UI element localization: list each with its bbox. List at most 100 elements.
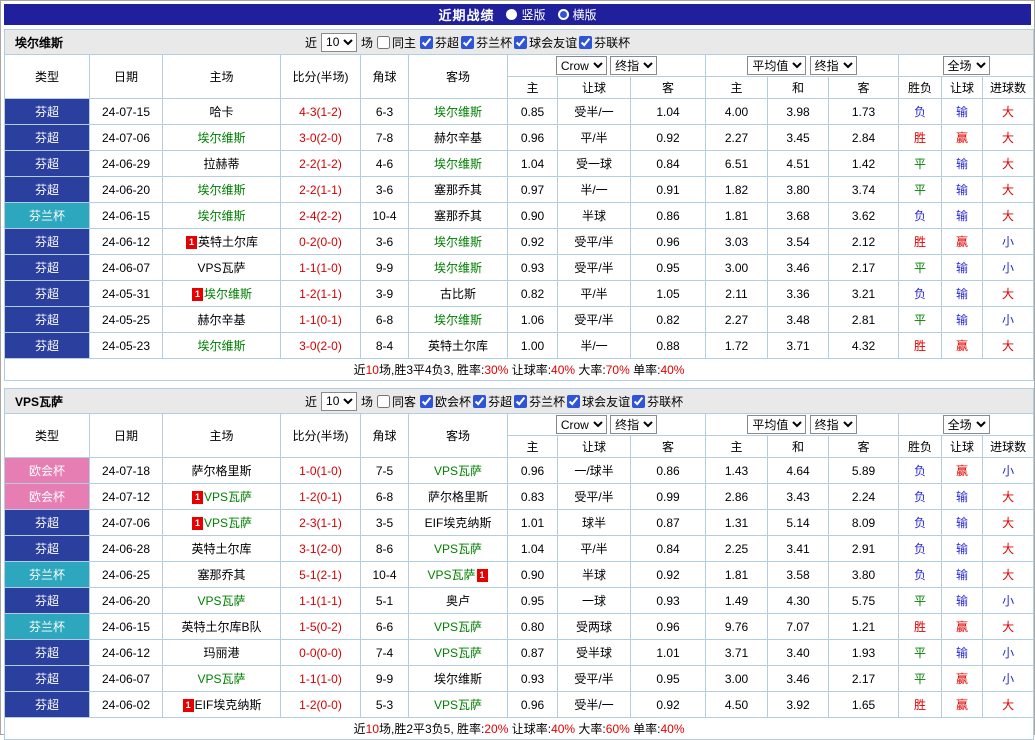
corners-cell: 4-6 [361, 151, 409, 177]
near-label: 近 [305, 393, 317, 410]
col-header-odds-handicap: 让球 [558, 436, 631, 458]
league-filter-checkbox[interactable] [461, 36, 474, 49]
result-cell: 负 [899, 203, 942, 229]
league-filter[interactable]: 球会友谊 [567, 393, 630, 410]
league-filter[interactable]: 芬超 [420, 34, 459, 51]
avg-odds-cell: 5.75 [829, 588, 899, 614]
league-filter[interactable]: 芬兰杯 [514, 393, 565, 410]
scope-select[interactable]: 全场 [943, 56, 990, 75]
date-cell: 24-07-12 [90, 484, 163, 510]
odds-cell: 0.82 [508, 281, 558, 307]
page-title: 近期战绩 [438, 5, 494, 24]
league-filter-checkbox[interactable] [473, 395, 486, 408]
result-cell: 平 [899, 307, 942, 333]
avg-odds-cell: 3.45 [768, 125, 829, 151]
team-name: 埃尔维斯 [434, 672, 482, 686]
layout-option-horizontal[interactable]: 横版 [558, 6, 597, 23]
result-cell: 赢 [942, 614, 983, 640]
league-filter[interactable]: 球会友谊 [514, 34, 577, 51]
avg-source-select[interactable]: 平均值 [747, 56, 806, 75]
league-filter-checkbox[interactable] [514, 36, 527, 49]
odds-cell: 0.96 [631, 614, 706, 640]
avg-final-select[interactable]: 终指 [810, 415, 857, 434]
away-team-cell: VPS瓦萨 [409, 536, 508, 562]
league-type-cell: 芬超 [5, 640, 90, 666]
odds-cell: 受平/半 [558, 307, 631, 333]
league-type-cell: 芬超 [5, 510, 90, 536]
odds-selects-cell: Crow 终指 [508, 414, 706, 436]
result-cell: 输 [942, 536, 983, 562]
col-header-avg-away: 客 [829, 436, 899, 458]
away-team-cell: 奥卢 [409, 588, 508, 614]
league-filter-checkbox[interactable] [579, 36, 592, 49]
avg-odds-cell: 3.71 [706, 640, 768, 666]
col-header-type: 类型 [5, 55, 90, 99]
score-cell: 0-0(0-0) [281, 640, 361, 666]
corners-cell: 9-9 [361, 255, 409, 281]
team-name: 奥卢 [446, 594, 470, 608]
league-filter-checkbox[interactable] [420, 36, 433, 49]
league-filter[interactable]: 芬兰杯 [461, 34, 512, 51]
league-filter-checkbox[interactable] [632, 395, 645, 408]
col-header-corners: 角球 [361, 414, 409, 458]
home-team-cell: 玛丽港 [163, 640, 281, 666]
avg-odds-cell: 3.03 [706, 229, 768, 255]
league-filter-checkbox[interactable] [567, 395, 580, 408]
odds-final-select[interactable]: 终指 [610, 56, 657, 75]
away-team-cell: 埃尔维斯 [409, 307, 508, 333]
col-header-result-handicap: 让球 [942, 77, 983, 99]
scope-select[interactable]: 全场 [943, 415, 990, 434]
col-header-date: 日期 [90, 414, 163, 458]
radio-unchecked-icon[interactable] [506, 9, 517, 20]
odds-cell: 半/一 [558, 177, 631, 203]
team-header-row: VPS瓦萨 近 10 场 同客 欧会杯芬超芬兰杯球会友谊芬联杯 [5, 389, 1034, 414]
col-header-date: 日期 [90, 55, 163, 99]
odds-cell: 0.85 [508, 99, 558, 125]
home-team-cell: 塞那乔其 [163, 562, 281, 588]
league-filter[interactable]: 芬联杯 [632, 393, 683, 410]
radio-checked-icon[interactable] [558, 9, 569, 20]
red-card-badge: 1 [192, 288, 203, 301]
away-team-cell: 埃尔维斯 [409, 99, 508, 125]
result-cell: 小 [983, 255, 1034, 281]
layout-option-vertical[interactable]: 竖版 [506, 6, 545, 23]
away-team-cell: 埃尔维斯 [409, 255, 508, 281]
odds-cell: 1.01 [508, 510, 558, 536]
same-venue-filter[interactable]: 同客 [377, 393, 416, 410]
league-filter[interactable]: 芬联杯 [579, 34, 630, 51]
league-filter-checkbox[interactable] [420, 395, 433, 408]
away-team-cell: 古比斯 [409, 281, 508, 307]
team-name: 萨尔格里斯 [191, 464, 251, 478]
odds-company-select[interactable]: Crow [556, 415, 607, 434]
avg-odds-cell: 3.46 [768, 255, 829, 281]
result-cell: 输 [942, 177, 983, 203]
league-filter-label: 芬超 [435, 34, 459, 51]
col-header-home: 主场 [163, 414, 281, 458]
avg-odds-cell: 3.00 [706, 255, 768, 281]
odds-final-select[interactable]: 终指 [610, 415, 657, 434]
match-row: 芬超24-07-15哈卡4-3(1-2)6-3埃尔维斯0.85受半/一1.044… [5, 99, 1034, 125]
score-cell: 2-2(1-2) [281, 151, 361, 177]
league-filter[interactable]: 芬超 [473, 393, 512, 410]
date-cell: 24-07-06 [90, 125, 163, 151]
same-venue-checkbox[interactable] [377, 395, 390, 408]
league-type-cell: 芬超 [5, 692, 90, 718]
avg-odds-cell: 3.92 [768, 692, 829, 718]
odds-company-select[interactable]: Crow [556, 56, 607, 75]
layout-option-label: 竖版 [521, 6, 545, 23]
avg-source-select[interactable]: 平均值 [747, 415, 806, 434]
league-filter-label: 芬超 [488, 393, 512, 410]
avg-final-select[interactable]: 终指 [810, 56, 857, 75]
away-team-cell: 萨尔格里斯 [409, 484, 508, 510]
odds-cell: 半/一 [558, 333, 631, 359]
same-venue-checkbox[interactable] [377, 36, 390, 49]
odds-cell: 0.92 [631, 125, 706, 151]
result-cell: 输 [942, 588, 983, 614]
games-count-select[interactable]: 10 [321, 392, 357, 411]
corners-cell: 5-3 [361, 692, 409, 718]
games-count-select[interactable]: 10 [321, 33, 357, 52]
league-filter-checkbox[interactable] [514, 395, 527, 408]
same-venue-filter[interactable]: 同主 [377, 34, 416, 51]
league-filter[interactable]: 欧会杯 [420, 393, 471, 410]
col-header-type: 类型 [5, 414, 90, 458]
